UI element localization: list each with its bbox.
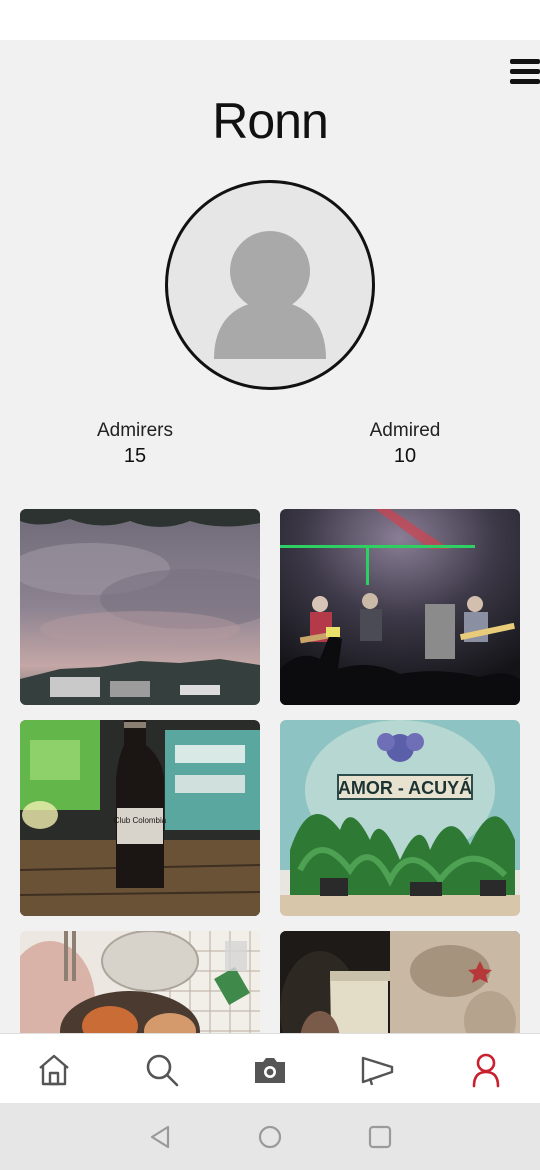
photo-grid: Club Colombia AMOR - ACUYÁ <box>20 509 520 1033</box>
profile-icon[interactable] <box>466 1050 506 1090</box>
admirers-label: Admirers <box>96 420 173 441</box>
admired-label: Admired <box>369 420 441 441</box>
megaphone-icon[interactable] <box>358 1050 398 1090</box>
hamburger-menu-icon[interactable] <box>504 56 540 90</box>
back-icon[interactable] <box>146 1123 174 1151</box>
photo-tile-beer[interactable]: Club Colombia <box>20 720 260 916</box>
mural-sign-text: AMOR - ACUYÁ <box>338 777 472 798</box>
admirers-stat[interactable]: Admirers 15 <box>35 420 235 468</box>
status-bar <box>0 0 540 40</box>
profile-username: Ronn <box>212 93 329 149</box>
home-circle-icon[interactable] <box>256 1123 284 1151</box>
photo-tile-sky[interactable] <box>20 509 260 705</box>
default-user-icon <box>214 231 326 359</box>
recents-icon[interactable] <box>366 1123 394 1151</box>
admirers-count: 15 <box>123 445 147 467</box>
admired-count: 10 <box>393 445 417 467</box>
avatar[interactable] <box>165 180 375 390</box>
camera-icon[interactable] <box>250 1050 290 1090</box>
photo-tile-drink[interactable] <box>280 931 520 1033</box>
search-icon[interactable] <box>142 1050 182 1090</box>
system-navigation-bar <box>0 1103 540 1170</box>
photo-tile-mural[interactable]: AMOR - ACUYÁ <box>280 720 520 916</box>
bottom-nav <box>0 1033 540 1104</box>
beer-label-text: Club Colombia <box>114 816 167 825</box>
photo-tile-concert[interactable] <box>280 509 520 705</box>
admired-stat[interactable]: Admired 10 <box>305 420 505 468</box>
photo-tile-food[interactable] <box>20 931 260 1033</box>
home-icon[interactable] <box>34 1050 74 1090</box>
